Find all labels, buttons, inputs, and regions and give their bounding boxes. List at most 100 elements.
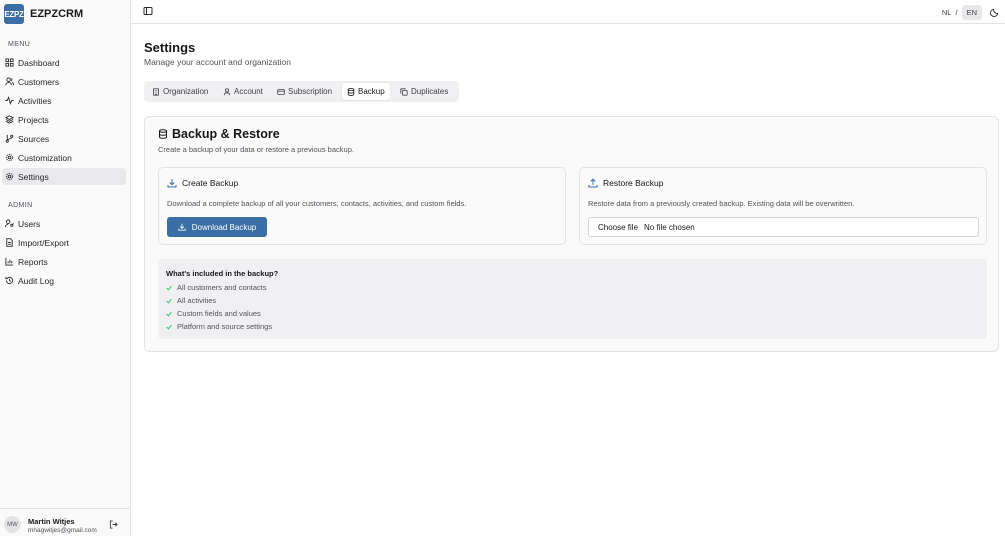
avatar: MW: [4, 516, 21, 533]
admin-section-label: ADMIN: [8, 202, 33, 209]
lang-en-button[interactable]: EN: [961, 4, 982, 20]
users-icon: [5, 77, 14, 86]
list-item-text: All activities: [177, 296, 217, 305]
restore-backup-panel: Restore Backup Restore data from a previ…: [579, 167, 987, 245]
sidebar-item-audit-log[interactable]: Audit Log: [2, 272, 126, 289]
download-icon: [167, 179, 177, 188]
list-item: Custom fields and values: [166, 309, 261, 318]
sidebar-item-customers[interactable]: Customers: [2, 73, 126, 90]
list-item: All customers and contacts: [166, 283, 267, 292]
restore-backup-title: Restore Backup: [588, 178, 663, 188]
sidebar-item-label: Projects: [18, 114, 49, 125]
tab-label: Account: [234, 87, 263, 96]
panel-title-text: Create Backup: [182, 178, 239, 188]
user-profile: MW Martin Witjes mhagwitjes@gmail.com: [0, 508, 131, 536]
download-backup-button[interactable]: Download Backup: [167, 217, 267, 237]
sidebar-item-label: Users: [18, 218, 41, 229]
activity-icon: [5, 96, 14, 105]
sidebar-item-sources[interactable]: Sources: [2, 130, 126, 147]
credit-card-icon: [277, 88, 285, 95]
sidebar-item-label: Customers: [18, 76, 60, 87]
restore-backup-description: Restore data from a previously created b…: [588, 199, 855, 208]
user-key-icon: [5, 219, 14, 228]
list-item-text: All customers and contacts: [177, 283, 267, 292]
choose-file-button[interactable]: Choose file: [598, 223, 638, 232]
sidebar-item-reports[interactable]: Reports: [2, 253, 126, 270]
download-icon: [178, 223, 186, 231]
tab-duplicates[interactable]: Duplicates: [395, 83, 453, 100]
tab-subscription[interactable]: Subscription: [272, 83, 337, 100]
history-icon: [5, 276, 14, 285]
sidebar-item-dashboard[interactable]: Dashboard: [2, 54, 126, 71]
user-icon: [223, 87, 231, 95]
tab-backup[interactable]: Backup: [342, 83, 390, 100]
tab-label: Backup: [358, 87, 385, 96]
sidebar: EZPZ EZPZCRM MENU Dashboard Customers Ac…: [0, 0, 131, 536]
sidebar-item-label: Activities: [18, 95, 52, 106]
logout-icon[interactable]: [109, 520, 118, 529]
list-item-text: Platform and source settings: [177, 322, 273, 331]
chart-icon: [5, 257, 14, 266]
brand-logo: EZPZ: [4, 4, 24, 24]
check-icon: [166, 285, 172, 290]
moon-icon[interactable]: [990, 8, 999, 17]
sidebar-item-projects[interactable]: Projects: [2, 111, 126, 128]
backup-contents-box: What's included in the backup? All custo…: [158, 259, 987, 339]
restore-file-input[interactable]: Choose file No file chosen: [588, 217, 979, 237]
database-icon: [347, 87, 355, 96]
check-icon: [166, 311, 172, 316]
create-backup-title: Create Backup: [167, 178, 238, 188]
page-subtitle: Manage your account and organization: [144, 57, 291, 67]
brand[interactable]: EZPZ EZPZCRM: [4, 4, 83, 24]
list-item-text: Custom fields and values: [177, 309, 261, 318]
tab-organization[interactable]: Organization: [147, 83, 213, 100]
user-email: mhagwitjes@gmail.com: [28, 527, 97, 534]
create-backup-description: Download a complete backup of all your c…: [167, 199, 467, 208]
check-icon: [166, 324, 172, 329]
brand-name: EZPZCRM: [30, 8, 84, 20]
user-name: Martin Witjes: [28, 517, 75, 526]
create-backup-panel: Create Backup Download a complete backup…: [158, 167, 566, 245]
sidebar-item-label: Import/Export: [18, 237, 70, 248]
settings-tabs: Organization Account Subscription Backup…: [144, 81, 459, 102]
sidebar-item-label: Dashboard: [18, 57, 60, 68]
sidebar-item-label: Customization: [18, 152, 72, 163]
panel-title-text: Restore Backup: [603, 178, 664, 188]
sidebar-item-label: Settings: [18, 171, 49, 182]
upload-icon: [588, 178, 598, 188]
backup-contents-title: What's included in the backup?: [166, 269, 279, 278]
sidebar-item-activities[interactable]: Activities: [2, 92, 126, 109]
card-title-text: Backup & Restore: [172, 127, 280, 141]
file-status: No file chosen: [644, 222, 695, 232]
list-item: All activities: [166, 296, 216, 305]
sidebar-item-label: Reports: [18, 256, 48, 267]
copy-icon: [400, 87, 408, 96]
sidebar-item-settings[interactable]: Settings: [2, 168, 126, 185]
menu-section-label: MENU: [8, 41, 31, 48]
page-title: Settings: [144, 40, 196, 55]
layers-icon: [5, 115, 14, 124]
gear-icon: [5, 172, 14, 181]
sidebar-item-label: Sources: [18, 133, 50, 144]
sidebar-item-import-export[interactable]: Import/Export: [2, 234, 126, 251]
list-item: Platform and source settings: [166, 322, 272, 331]
sidebar-item-customization[interactable]: Customization: [2, 149, 126, 166]
card-title: Backup & Restore: [158, 127, 280, 141]
tab-label: Organization: [163, 87, 209, 96]
gear-icon: [5, 153, 14, 162]
git-branch-icon: [5, 134, 14, 143]
tab-label: Subscription: [288, 87, 333, 96]
lang-nl-button[interactable]: NL: [942, 8, 952, 17]
sidebar-toggle-icon[interactable]: [143, 6, 153, 16]
lang-separator: /: [955, 7, 958, 17]
sidebar-item-label: Audit Log: [18, 275, 54, 286]
tab-account[interactable]: Account: [218, 83, 268, 100]
download-backup-label: Download Backup: [191, 222, 257, 232]
sidebar-item-users[interactable]: Users: [2, 215, 126, 232]
backup-restore-card: Backup & Restore Create a backup of your…: [144, 116, 999, 352]
file-icon: [6, 238, 13, 247]
check-icon: [166, 298, 172, 303]
tab-label: Duplicates: [411, 87, 449, 96]
language-switcher: NL / EN: [942, 0, 1005, 24]
database-icon: [159, 129, 167, 139]
